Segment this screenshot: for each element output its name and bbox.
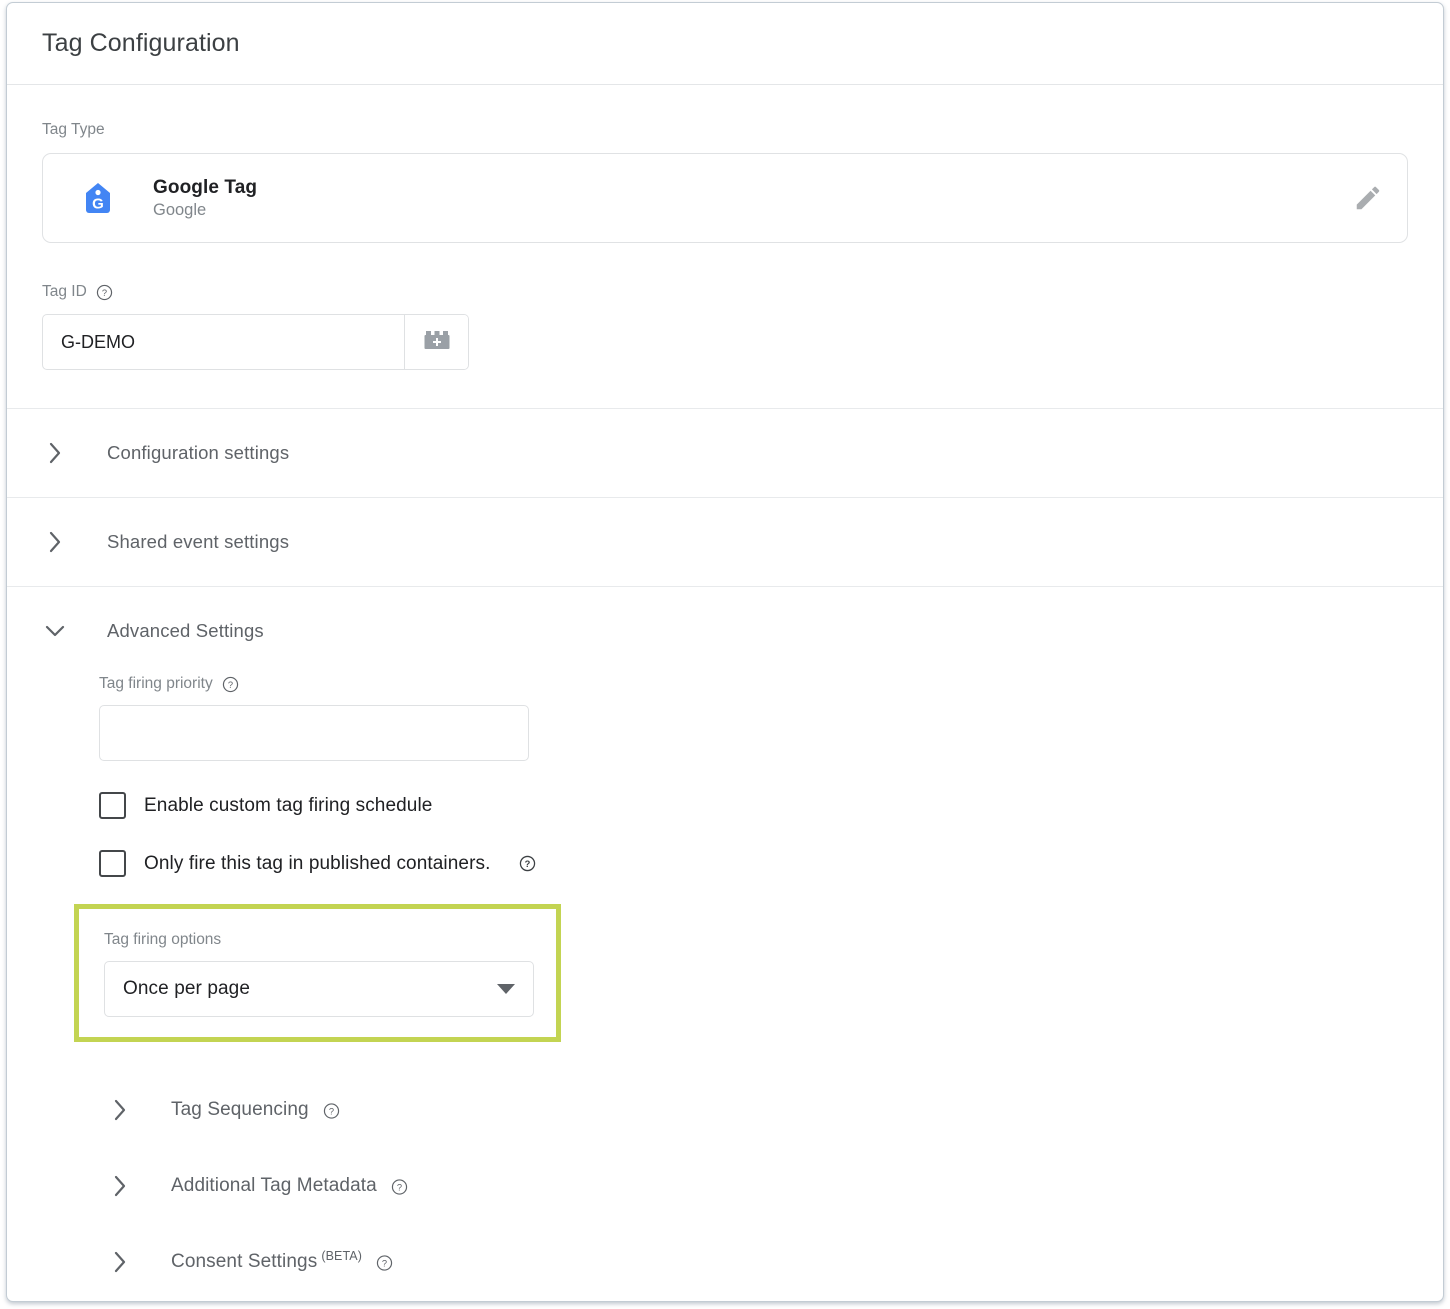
tag-type-name: Google Tag [153, 176, 258, 198]
chevron-right-icon [42, 441, 68, 465]
chevron-right-icon [107, 1250, 133, 1274]
tag-firing-options-label: Tag firing options [104, 931, 222, 948]
advanced-subsections: Tag Sequencing ? Additional Tag Metadata… [7, 1072, 1443, 1300]
only-fire-in-published-containers-checkbox[interactable] [99, 850, 126, 877]
tag-firing-options-highlight: Tag firing options Once per page [74, 904, 561, 1042]
beta-badge: (BETA) [321, 1249, 362, 1263]
panel-body: Tag Type G Google Tag Google Tag ID ? G-… [7, 85, 1443, 1301]
section-title: Advanced Settings [107, 620, 264, 641]
svg-text:?: ? [329, 1107, 334, 1117]
tag-type-vendor: Google [153, 200, 207, 219]
chevron-down-icon [42, 623, 68, 639]
lego-brick-plus-icon[interactable] [404, 315, 468, 369]
chevron-right-icon [107, 1174, 133, 1198]
svg-text:?: ? [397, 1183, 402, 1193]
tag-firing-priority-label-row: Tag firing priority ? [99, 675, 1443, 693]
checkbox-row-custom-firing-schedule: Enable custom tag firing schedule [99, 792, 1443, 819]
subsection-consent-settings[interactable]: Consent Settings (BETA) ? [7, 1224, 1443, 1300]
chevron-right-icon [42, 530, 68, 554]
help-icon[interactable]: ? [391, 1179, 408, 1196]
svg-text:?: ? [524, 859, 530, 869]
help-icon[interactable]: ? [96, 284, 113, 301]
section-header-shared-event-settings[interactable]: Shared event settings [7, 498, 1443, 586]
section-configuration-settings: Configuration settings [7, 408, 1443, 497]
section-header-configuration-settings[interactable]: Configuration settings [7, 409, 1443, 497]
screenshot-root: Tag Configuration Tag Type G Google Tag … [0, 0, 1450, 1309]
help-icon[interactable]: ? [323, 1103, 340, 1120]
section-header-advanced-settings[interactable]: Advanced Settings [7, 587, 1443, 675]
section-title: Shared event settings [107, 531, 290, 552]
tag-id-section: Tag ID ? [7, 243, 1443, 408]
subsection-title: Tag Sequencing [171, 1099, 309, 1121]
help-icon[interactable]: ? [519, 855, 536, 872]
tag-type-label: Tag Type [42, 121, 105, 138]
subsection-additional-tag-metadata[interactable]: Additional Tag Metadata ? [7, 1148, 1443, 1224]
panel-header: Tag Configuration [7, 3, 1443, 85]
subsection-tag-sequencing[interactable]: Tag Sequencing ? [7, 1072, 1443, 1148]
subsection-title-text: Additional Tag Metadata [171, 1175, 377, 1196]
tag-firing-options-select[interactable]: Once per page [104, 961, 534, 1017]
subsection-title: Consent Settings (BETA) [171, 1249, 362, 1273]
subsection-title-text: Tag Sequencing [171, 1099, 309, 1120]
pencil-icon[interactable] [1351, 181, 1385, 215]
tag-id-input[interactable] [43, 315, 404, 369]
chevron-right-icon [107, 1098, 133, 1122]
section-advanced-settings: Advanced Settings Tag firing priority ? [7, 586, 1443, 1301]
tag-type-text: Google Tag Google [153, 177, 257, 220]
page-title: Tag Configuration [42, 29, 240, 57]
tag-configuration-panel: Tag Configuration Tag Type G Google Tag … [6, 2, 1444, 1302]
tag-type-card[interactable]: G Google Tag Google [42, 153, 1408, 243]
google-tag-icon: G [81, 181, 115, 215]
svg-text:?: ? [102, 288, 107, 298]
tag-id-field-row [42, 314, 469, 370]
section-title: Configuration settings [107, 442, 290, 463]
section-shared-event-settings: Shared event settings [7, 497, 1443, 586]
checkbox-label: Enable custom tag firing schedule [144, 794, 433, 816]
subsection-title-text: Consent Settings [171, 1251, 318, 1272]
help-icon[interactable]: ? [222, 676, 239, 693]
advanced-settings-inner: Tag firing priority ? Enable custom tag … [7, 675, 1443, 1300]
svg-text:?: ? [228, 680, 233, 690]
checkbox-row-published-containers: Only fire this tag in published containe… [99, 850, 1443, 877]
advanced-settings-content: Tag firing priority ? Enable custom tag … [7, 675, 1443, 1301]
tag-firing-priority-input[interactable] [99, 705, 529, 761]
tag-id-label: Tag ID [42, 283, 87, 300]
tag-firing-priority-label: Tag firing priority [99, 675, 213, 692]
dropdown-arrow-icon [497, 984, 515, 994]
svg-text:?: ? [382, 1259, 387, 1269]
tag-firing-options-value: Once per page [123, 978, 250, 999]
tag-type-section: Tag Type G Google Tag Google [7, 85, 1443, 243]
help-icon[interactable]: ? [376, 1255, 393, 1272]
subsection-title: Additional Tag Metadata [171, 1175, 377, 1197]
checkbox-label: Only fire this tag in published containe… [144, 852, 491, 874]
enable-custom-tag-firing-schedule-checkbox[interactable] [99, 792, 126, 819]
svg-text:G: G [92, 196, 104, 213]
tag-id-label-row: Tag ID ? [42, 283, 1408, 301]
